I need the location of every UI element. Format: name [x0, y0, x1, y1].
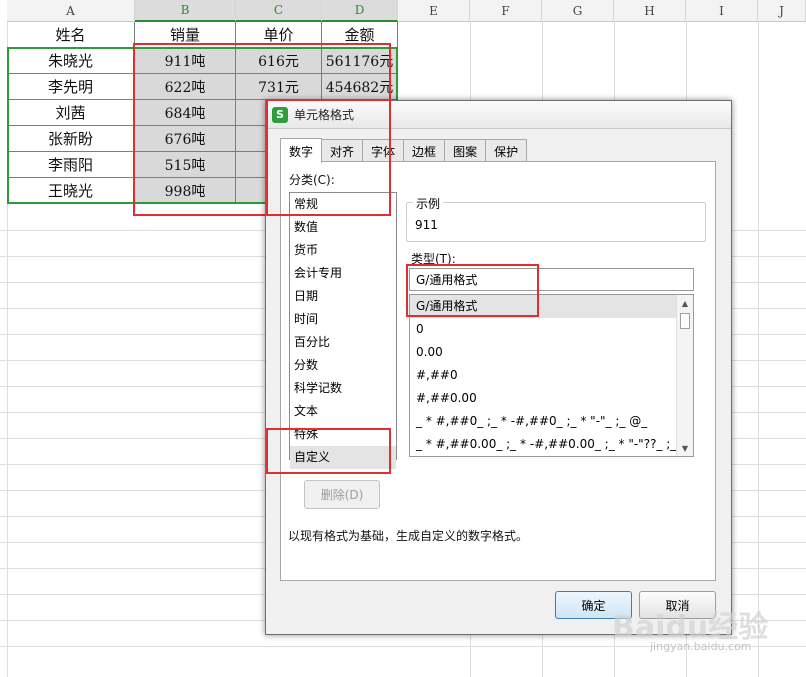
category-item-time[interactable]: 时间 [290, 308, 396, 331]
description-text: 以现有格式为基础，生成自定义的数字格式。 [288, 529, 529, 543]
column-header-e[interactable]: E [398, 0, 470, 22]
category-label: 分类(C): [289, 173, 335, 187]
format-cells-dialog: S 单元格格式 数字 对齐 字体 边框 图案 保护 分类(C): 常规 数值 货… [265, 100, 732, 635]
watermark-url: jingyan.baidu.com [650, 640, 752, 653]
scroll-up-arrow-icon[interactable]: ▲ [677, 295, 693, 311]
header-cell-price[interactable]: 单价 [236, 22, 322, 48]
type-list[interactable]: G/通用格式 0 0.00 #,##0 #,##0.00 _ * #,##0_ … [409, 294, 694, 457]
scroll-down-arrow-icon[interactable]: ▼ [677, 440, 693, 456]
column-header-j[interactable]: J [758, 0, 806, 22]
tab-border[interactable]: 边框 [403, 139, 446, 162]
sales-cell[interactable]: 998吨 [135, 178, 236, 204]
type-option[interactable]: _ * #,##0.00_ ;_ * -#,##0.00_ ;_ * "-"??… [410, 433, 676, 456]
column-header-d[interactable]: D [322, 0, 398, 22]
sales-cell[interactable]: 622吨 [135, 74, 236, 100]
type-list-scrollbar[interactable]: ▲ ▼ [676, 295, 693, 456]
tab-pattern[interactable]: 图案 [444, 139, 487, 162]
sales-cell[interactable]: 684吨 [135, 100, 236, 126]
type-option[interactable]: 0.00 [410, 341, 676, 364]
sample-value: 911 [415, 218, 438, 232]
tab-font[interactable]: 字体 [362, 139, 405, 162]
category-item-date[interactable]: 日期 [290, 285, 396, 308]
category-item-general[interactable]: 常规 [290, 193, 396, 216]
grid-line [758, 22, 759, 677]
sample-group: 示例 911 [406, 195, 706, 242]
name-cell[interactable]: 刘茜 [7, 100, 135, 126]
dialog-title: 单元格格式 [294, 108, 355, 122]
column-header-b[interactable]: B [135, 0, 236, 22]
type-option[interactable]: #,##0 [410, 364, 676, 387]
name-cell[interactable]: 李雨阳 [7, 152, 135, 178]
tab-alignment[interactable]: 对齐 [321, 139, 364, 162]
column-header-i[interactable]: I [686, 0, 758, 22]
sales-cell[interactable]: 911吨 [135, 48, 236, 74]
type-input[interactable]: G/通用格式 [409, 268, 694, 291]
price-cell[interactable]: 731元 [236, 74, 322, 100]
type-option[interactable]: 0 [410, 318, 676, 341]
column-header-h[interactable]: H [614, 0, 686, 22]
tab-protection[interactable]: 保护 [485, 139, 528, 162]
wps-app-icon: S [272, 106, 288, 123]
dialog-titlebar[interactable]: S 单元格格式 [266, 101, 731, 129]
type-option[interactable]: G/通用格式 [410, 295, 676, 318]
dialog-tabs: 数字 对齐 字体 边框 图案 保护 [280, 138, 528, 163]
category-item-custom[interactable]: 自定义 [290, 446, 396, 469]
category-item-fraction[interactable]: 分数 [290, 354, 396, 377]
column-header-f[interactable]: F [470, 0, 542, 22]
amount-cell[interactable]: 561176元 [322, 48, 398, 74]
category-item-special[interactable]: 特殊 [290, 423, 396, 446]
name-cell[interactable]: 王晓光 [7, 178, 135, 204]
name-cell[interactable]: 朱晓光 [7, 48, 135, 74]
column-header-g[interactable]: G [542, 0, 614, 22]
delete-button[interactable]: 删除(D) [304, 480, 380, 509]
name-cell[interactable]: 李先明 [7, 74, 135, 100]
scroll-thumb[interactable] [680, 313, 690, 329]
category-item-currency[interactable]: 货币 [290, 239, 396, 262]
tab-number[interactable]: 数字 [280, 138, 323, 163]
category-item-accounting[interactable]: 会计专用 [290, 262, 396, 285]
amount-cell[interactable]: 454682元 [322, 74, 398, 100]
category-item-scientific[interactable]: 科学记数 [290, 377, 396, 400]
category-item-text[interactable]: 文本 [290, 400, 396, 423]
header-cell-name[interactable]: 姓名 [7, 22, 135, 48]
type-option[interactable]: _ * #,##0_ ;_ * -#,##0_ ;_ * "-"_ ;_ @_ [410, 410, 676, 433]
category-list[interactable]: 常规 数值 货币 会计专用 日期 时间 百分比 分数 科学记数 文本 特殊 自定… [289, 192, 397, 469]
sales-cell[interactable]: 515吨 [135, 152, 236, 178]
sales-cell[interactable]: 676吨 [135, 126, 236, 152]
price-cell[interactable]: 616元 [236, 48, 322, 74]
category-item-percentage[interactable]: 百分比 [290, 331, 396, 354]
type-label: 类型(T): [411, 252, 456, 266]
header-cell-amount[interactable]: 金额 [322, 22, 398, 48]
column-header-a[interactable]: A [7, 0, 135, 22]
column-header-c[interactable]: C [236, 0, 322, 22]
sample-label: 示例 [413, 195, 444, 212]
type-option[interactable]: #,##0.00 [410, 387, 676, 410]
number-tab-panel: 分类(C): 常规 数值 货币 会计专用 日期 时间 百分比 分数 科学记数 文… [280, 161, 716, 581]
category-item-number[interactable]: 数值 [290, 216, 396, 239]
header-cell-sales[interactable]: 销量 [135, 22, 236, 48]
name-cell[interactable]: 张新盼 [7, 126, 135, 152]
